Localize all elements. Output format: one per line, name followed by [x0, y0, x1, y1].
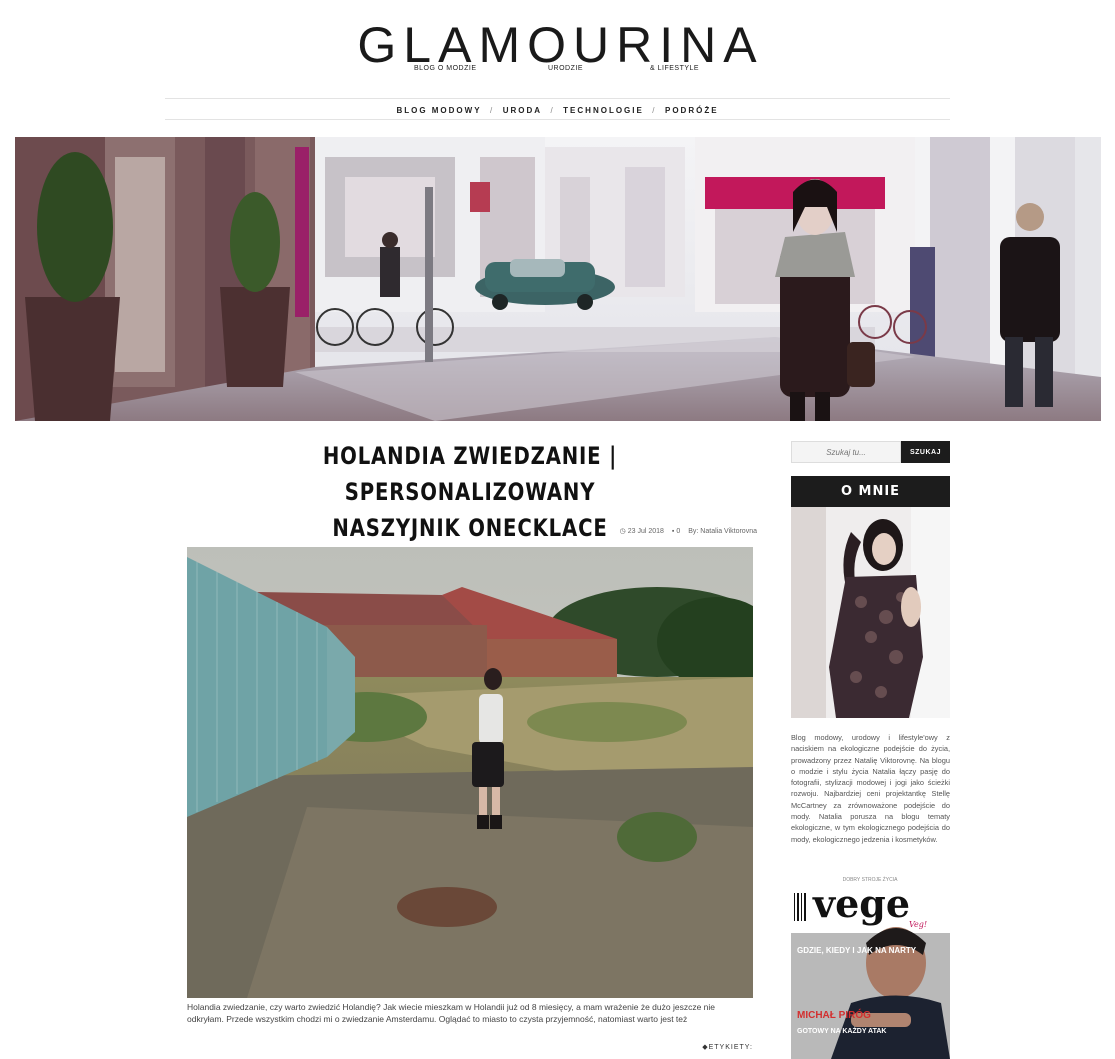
logo-title: GLAMOURINA [357, 17, 764, 73]
field-photo-illustration [187, 547, 753, 998]
post-author[interactable]: By: Natalia Viktorovna [688, 528, 757, 535]
about-photo[interactable] [791, 507, 950, 718]
magazine-title: vege [812, 881, 910, 926]
magazine-name: MICHAŁ PIRÓG [797, 1008, 871, 1021]
nav-separator: / [550, 106, 555, 115]
post-date: 23 Jul 2018 [627, 528, 664, 535]
magazine-cover-ad[interactable]: DOBRY STROJE ŻYCIA vege Veg! GDZIE, KIED… [791, 873, 950, 1059]
search-widget: SZUKAJ [791, 441, 950, 463]
post-featured-image[interactable] [187, 547, 753, 998]
nav-item-podroze[interactable]: PODRÓŻE [665, 101, 719, 121]
header-banner-image[interactable] [15, 137, 1101, 421]
nav-item-technologie[interactable]: TECHNOLOGIE [563, 101, 644, 121]
about-title: O MNIE [791, 476, 950, 507]
post-excerpt: Holandia zwiedzanie, czy warto zwiedzić … [187, 1002, 716, 1024]
post-meta: ◷ 23 Jul 2018 ▪ 0 By: Natalia Viktorovna [560, 527, 757, 535]
site-logo[interactable]: GLAMOURINA BLOG O MODZIE URODZIE & LIFES… [0, 18, 1115, 72]
about-text: Blog modowy, urodowy i lifestyle'owy z n… [791, 733, 950, 844]
post-labels[interactable]: ◆ETYKIETY: [700, 1043, 753, 1051]
street-scene-illustration [15, 137, 1101, 421]
nav-item-uroda[interactable]: URODA [503, 101, 542, 121]
tagline-fashion: BLOG O MODZIE [414, 65, 477, 72]
magazine-headline-1: GDZIE, KIEDY I JAK NA NARTY [797, 946, 917, 955]
comment-icon[interactable]: ▪ [672, 528, 674, 535]
post-title-line1: HOLANDIA ZWIEDZANIE | SPERSONALIZOWANY [322, 442, 618, 506]
search-input[interactable] [791, 441, 901, 463]
magazine-headline-2: GOTOWY NA KAŻDY ATAK [797, 1027, 886, 1035]
clock-icon: ◷ [619, 528, 626, 535]
nav-separator: / [490, 106, 495, 115]
nav-separator: / [652, 106, 657, 115]
author-portrait-illustration [791, 507, 950, 718]
search-button[interactable]: SZUKAJ [901, 441, 950, 463]
labels-text: ETYKIETY: [708, 1044, 753, 1051]
tagline-beauty: URODZIE [548, 65, 583, 72]
main-nav: BLOG MODOWY / URODA / TECHNOLOGIE / PODR… [165, 98, 950, 120]
magazine-subtitle: Veg! [909, 920, 927, 929]
post-comments-count[interactable]: 0 [676, 528, 680, 535]
magazine-cover-illustration: DOBRY STROJE ŻYCIA vege Veg! GDZIE, KIED… [791, 873, 950, 1059]
logo-tagline: BLOG O MODZIE URODZIE & LIFESTYLE [0, 65, 1115, 77]
nav-item-blog-modowy[interactable]: BLOG MODOWY [396, 101, 481, 121]
tagline-lifestyle: & LIFESTYLE [650, 65, 700, 72]
